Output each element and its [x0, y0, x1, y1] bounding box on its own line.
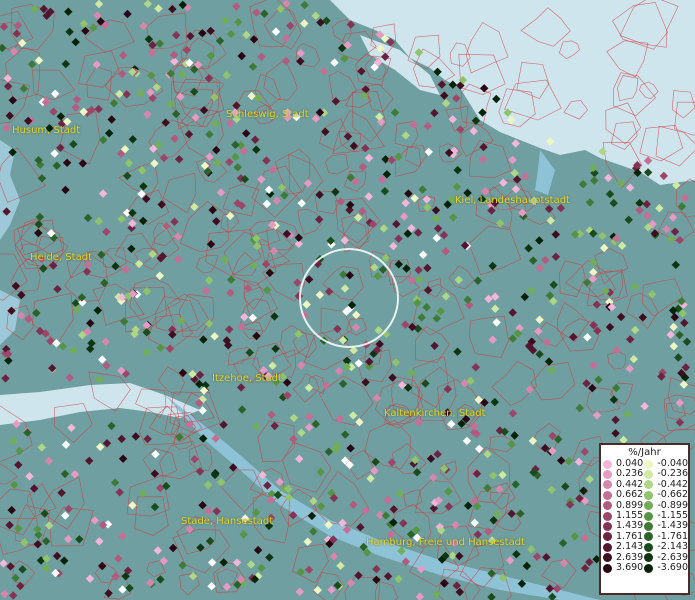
legend-entry: -0.662	[644, 489, 688, 500]
legend-swatch	[644, 542, 654, 552]
label-schleswig: Schleswig, Stadt	[226, 109, 309, 120]
label-kiel: Kiel, Landeshauptstadt	[455, 195, 570, 206]
legend-swatch	[644, 522, 654, 532]
label-itzehoe: Itzehoe, Stadt	[212, 373, 282, 384]
label-husum: Husum, Stadt	[12, 125, 81, 136]
legend-swatch	[644, 511, 654, 521]
legend-entry: -2.143	[644, 541, 688, 553]
legend-negative-column: -0.040 -0.236 -0.442 -0.662 -0.899 -1.155 -1.4…	[644, 458, 688, 573]
legend-swatch	[603, 501, 612, 511]
legend-swatch	[603, 470, 612, 480]
legend-value: 3.690	[616, 561, 644, 573]
legend-swatch	[644, 470, 654, 480]
legend-swatch	[644, 459, 654, 469]
legend-swatch	[603, 553, 612, 563]
legend-swatch	[603, 563, 612, 573]
legend-swatch	[644, 563, 654, 573]
legend-swatch	[644, 532, 654, 542]
legend-swatch	[603, 511, 612, 521]
legend-entry: -3.690	[644, 561, 688, 573]
legend-value: 2.143	[616, 541, 644, 553]
label-stade: Stade, Hansestadt	[181, 516, 274, 527]
legend-value: -3.690	[657, 561, 688, 573]
legend-swatch	[644, 553, 654, 563]
label-kaltenkirchen: Kaltenkirchen, Stadt	[384, 408, 486, 419]
legend-value: -2.143	[657, 541, 688, 553]
map-layer	[0, 0, 695, 600]
legend-swatch	[644, 490, 654, 500]
legend-swatch	[603, 490, 612, 500]
legend-swatch	[644, 501, 654, 511]
legend-swatch	[603, 522, 612, 532]
legend-entry: 2.143	[603, 541, 644, 553]
legend-entry: 0.662	[603, 489, 644, 500]
legend-swatch	[644, 480, 654, 490]
legend-swatch	[603, 532, 612, 542]
legend-swatch	[603, 459, 612, 469]
legend: %/Jahr 0.040 0.236 0.442 0.662 0.899 1.155 1.4…	[599, 443, 690, 595]
legend-positive-column: 0.040 0.236 0.442 0.662 0.899 1.155 1.439 1.761…	[603, 458, 644, 573]
map-canvas[interactable]: Husum, Stadt Schleswig, Stadt Kiel, Land…	[0, 0, 695, 600]
legend-swatch	[603, 480, 612, 490]
legend-entry: 3.690	[603, 561, 644, 573]
label-hamburg: Hamburg, Freie und Hansestadt	[366, 537, 525, 548]
legend-swatch	[603, 542, 612, 552]
label-heide: Heide, Stadt	[30, 252, 92, 263]
